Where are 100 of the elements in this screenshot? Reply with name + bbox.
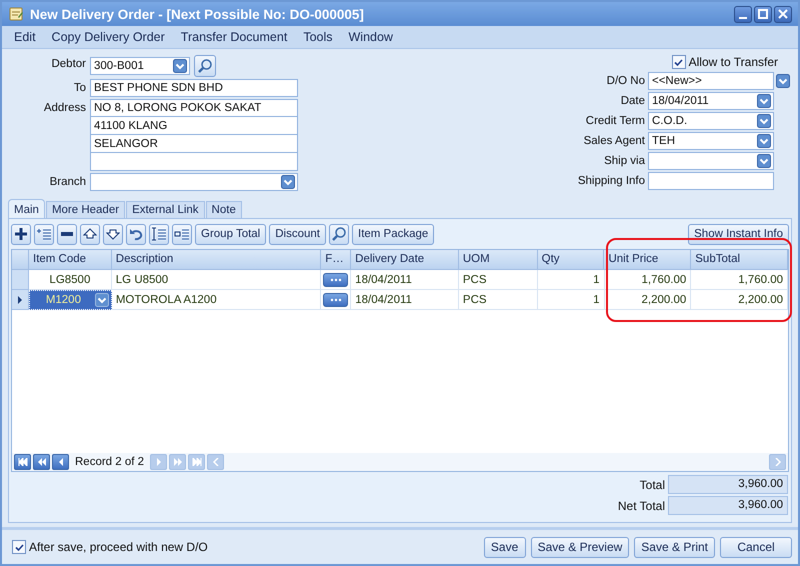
- checkbox[interactable]: [12, 540, 26, 554]
- undo-icon[interactable]: [126, 224, 146, 244]
- menu-item[interactable]: Copy Delivery Order: [44, 30, 173, 44]
- insert-row-icon[interactable]: [34, 224, 54, 244]
- column-header[interactable]: Item Code: [29, 250, 112, 270]
- footer-button[interactable]: Save: [484, 536, 526, 558]
- table-cell: 2,200.00: [604, 290, 692, 310]
- chevron-down-icon[interactable]: [757, 154, 771, 168]
- column-header[interactable]: SubTotal: [691, 250, 788, 270]
- table-cell: 1,760.00: [691, 270, 788, 290]
- check-icon: [14, 542, 24, 552]
- chevron-left-icon: [210, 458, 221, 466]
- column-header[interactable]: Qty: [538, 250, 604, 270]
- field-label: Sales Agent: [582, 134, 645, 149]
- branch-dropdown[interactable]: [90, 173, 298, 191]
- minimize-button[interactable]: [734, 6, 752, 22]
- dropdown-field[interactable]: 18/04/2011: [648, 92, 774, 110]
- menu-item[interactable]: Window: [340, 30, 401, 44]
- item-package-button[interactable]: Item Package: [352, 224, 434, 244]
- field-label: To: [72, 81, 86, 96]
- footer-button[interactable]: Save & Print: [634, 536, 715, 558]
- chevron-down-icon[interactable]: [757, 94, 771, 108]
- dropdown-field[interactable]: [648, 152, 774, 170]
- maximize-button[interactable]: [754, 6, 772, 22]
- total-field: 3,960.00: [668, 475, 788, 494]
- table-cell: PCS: [458, 270, 538, 290]
- text-field[interactable]: [648, 172, 774, 190]
- menu-item[interactable]: Edit: [6, 30, 44, 44]
- maximize-icon: [758, 9, 768, 19]
- tab[interactable]: Main: [8, 199, 45, 218]
- menu-item[interactable]: Tools: [295, 30, 340, 44]
- footer-button[interactable]: Save & Preview: [530, 536, 630, 558]
- field-label: Date: [620, 94, 645, 109]
- ellipsis-button[interactable]: [323, 272, 348, 286]
- checkbox-label: After save, proceed with new D/O: [29, 540, 208, 554]
- address-field[interactable]: 41100 KLANG: [90, 117, 298, 135]
- field-label: Ship via: [603, 154, 645, 169]
- chevron-down-icon[interactable]: [281, 175, 295, 189]
- dropdown-field[interactable]: <<New>>: [648, 72, 774, 90]
- address-field[interactable]: NO 8, LORONG POKOK SAKAT: [90, 99, 298, 117]
- double-right-icon: [172, 458, 183, 466]
- close-button[interactable]: [774, 6, 792, 22]
- dropdown-field[interactable]: C.O.D.: [648, 112, 774, 130]
- ellipsis-icon: [330, 278, 342, 282]
- column-header[interactable]: Description: [112, 250, 322, 270]
- address-field[interactable]: [90, 153, 298, 171]
- add-icon[interactable]: [11, 224, 31, 244]
- minimize-icon: [739, 16, 747, 18]
- table-cell: 1: [538, 270, 604, 290]
- tab[interactable]: Note: [206, 201, 242, 218]
- chevron-down-icon[interactable]: [173, 59, 187, 73]
- previous-page-button[interactable]: [33, 454, 50, 470]
- field-label: Branch: [48, 175, 86, 190]
- dropdown-button[interactable]: [776, 74, 790, 88]
- first-record-button[interactable]: [14, 454, 31, 470]
- field-label: Credit Term: [584, 114, 645, 129]
- chevron-down-icon[interactable]: [94, 293, 109, 307]
- column-header[interactable]: UOM: [458, 250, 538, 270]
- table-cell: PCS: [458, 290, 538, 310]
- row-indicator[interactable]: [12, 290, 29, 310]
- search-button[interactable]: [194, 55, 216, 77]
- ellipsis-button[interactable]: [323, 292, 348, 306]
- remove-icon[interactable]: [57, 224, 77, 244]
- document-icon: [8, 6, 24, 22]
- column-header[interactable]: Delivery Date: [351, 250, 459, 270]
- column-header[interactable]: Unit Price: [604, 250, 692, 270]
- table-cell[interactable]: M1200: [29, 290, 112, 310]
- search-icon[interactable]: [329, 224, 349, 244]
- menu-item[interactable]: Transfer Document: [172, 30, 296, 44]
- window-title: New Delivery Order - [Next Possible No: DO-000005]: [30, 6, 364, 22]
- dropdown-field[interactable]: TEH: [648, 132, 774, 150]
- close-icon: [778, 9, 788, 19]
- table-cell: 1: [538, 290, 605, 310]
- total-field: 3,960.00: [668, 496, 788, 515]
- tab[interactable]: External Link: [126, 201, 205, 218]
- chevron-down-icon[interactable]: [757, 114, 771, 128]
- table-cell: 1,760.00: [604, 270, 692, 290]
- chevron-right-icon: [772, 458, 782, 466]
- list-icon[interactable]: [149, 224, 169, 244]
- checkbox[interactable]: [672, 55, 686, 69]
- previous-record-button[interactable]: [52, 454, 69, 470]
- total-label: Net Total: [618, 498, 665, 512]
- list-icon[interactable]: [172, 224, 192, 244]
- show-instant-info-button[interactable]: Show Instant Info: [688, 224, 789, 244]
- field-label: Address: [42, 101, 86, 116]
- last-icon: [192, 458, 202, 466]
- field-label: Shipping Info: [578, 174, 645, 189]
- chevron-down-icon[interactable]: [757, 134, 771, 148]
- debtor-dropdown[interactable]: 300-B001: [90, 57, 190, 75]
- footer-button[interactable]: Cancel: [720, 536, 792, 558]
- first-icon: [18, 458, 28, 466]
- column-header[interactable]: F…: [321, 250, 352, 270]
- table-cell: 18/04/2011: [351, 290, 459, 310]
- to-field[interactable]: BEST PHONE SDN BHD: [90, 79, 298, 97]
- toolbar-button[interactable]: Group Total: [195, 224, 266, 244]
- tab[interactable]: More Header: [46, 201, 126, 218]
- toolbar-button[interactable]: Discount: [269, 224, 326, 244]
- field-label: Debtor: [50, 57, 86, 72]
- address-field[interactable]: SELANGOR: [90, 135, 298, 153]
- ellipsis-icon: [330, 298, 342, 302]
